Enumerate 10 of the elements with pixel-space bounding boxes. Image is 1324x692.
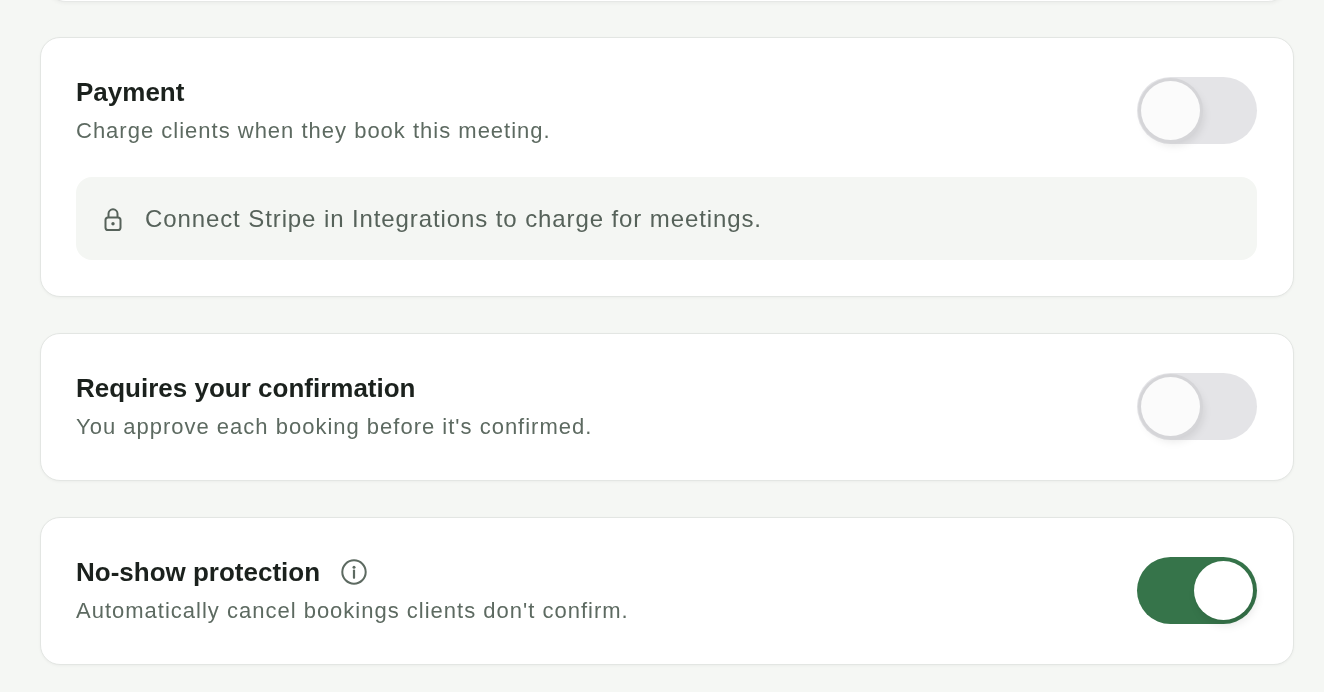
- toggle-switch[interactable]: [1137, 557, 1257, 624]
- notice-text: Connect Stripe in Integrations to charge for meetings.: [145, 203, 762, 234]
- setting-description: Automatically cancel bookings clients don't confirm.: [76, 597, 629, 625]
- info-icon[interactable]: [341, 559, 368, 585]
- setting-description: You approve each booking before it's confirmed.: [76, 413, 593, 441]
- setting-title: Requires your confirmation: [76, 373, 416, 403]
- setting-description: Charge clients when they book this meeting.: [76, 117, 551, 145]
- setting-title: No-show protection: [76, 557, 321, 587]
- setting-title: Payment: [76, 77, 185, 107]
- lock-icon: [104, 206, 122, 231]
